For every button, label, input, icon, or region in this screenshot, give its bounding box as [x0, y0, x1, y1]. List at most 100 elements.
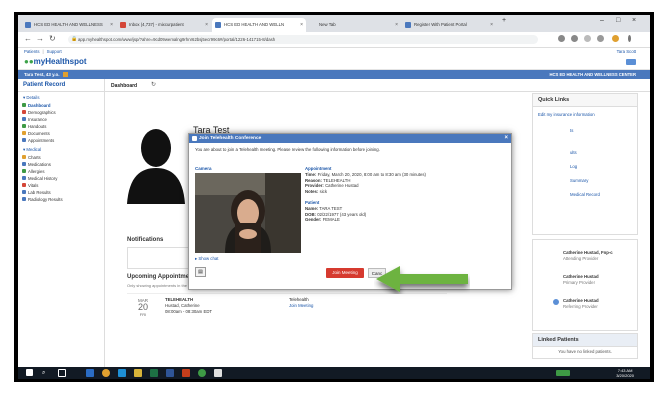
url-input[interactable]: 🔒 app.myhealthspot.com/www/jsp/?ahre=9cd… [68, 35, 538, 44]
chrome-icon[interactable] [102, 369, 110, 377]
gmail-icon [120, 22, 126, 28]
new-tab-icon[interactable]: + [502, 17, 506, 24]
sidebar-item-medications[interactable]: Medications [18, 161, 104, 168]
dialog-titlebar: Join Telehealth Conference × [189, 134, 511, 143]
excel-icon[interactable] [150, 369, 158, 377]
item-label: Medications [28, 161, 51, 167]
app-logo[interactable]: ●●myHealthspot [24, 57, 87, 66]
app-icon[interactable] [86, 369, 94, 377]
appointment-weekday: FRI [139, 312, 147, 317]
star-icon[interactable] [584, 35, 591, 42]
screenshot-frame: HCS ED HEALTH AND WELLNESS × Inbox (4,73… [14, 12, 654, 382]
extension-icon[interactable] [571, 35, 578, 42]
user-menu[interactable]: Tara Scott [617, 47, 636, 56]
browser-tab[interactable]: Register With Patient Portal × [402, 18, 496, 32]
refresh-icon[interactable]: ↻ [151, 81, 156, 88]
patients-link[interactable]: Patients [24, 49, 40, 54]
care-team-member[interactable]: Catherine Hustad, Fnp-c Attending Provid… [563, 250, 613, 261]
sidebar-section-details[interactable]: ▾ Details [18, 92, 104, 102]
menu-dots-icon[interactable] [628, 35, 631, 42]
dashboard-icon [22, 103, 26, 107]
task-view-icon[interactable] [58, 369, 66, 377]
powerpoint-icon[interactable] [182, 369, 190, 377]
battery-icon[interactable] [556, 370, 570, 376]
messages-icon[interactable] [626, 59, 636, 65]
member-role: Primary Provider [563, 279, 595, 285]
sidebar-section-medical[interactable]: ▾ Medical [18, 144, 104, 154]
member-role: Referring Provider [563, 303, 598, 309]
close-tab-icon[interactable]: × [395, 18, 398, 32]
quick-link-medical-record[interactable]: Medical Record [565, 190, 605, 199]
close-window-icon[interactable]: × [632, 17, 636, 24]
word-icon[interactable] [166, 369, 174, 377]
quick-link[interactable]: Log [565, 162, 582, 171]
file-explorer-icon[interactable] [134, 369, 142, 377]
member-name: Catherine Hustad [563, 298, 599, 303]
back-icon[interactable]: ← [24, 34, 32, 43]
alert-flag-icon[interactable] [62, 72, 68, 78]
sidebar-item-insurance[interactable]: Insurance [18, 116, 104, 123]
site-favicon-icon [405, 22, 411, 28]
radiology-icon [22, 197, 26, 201]
care-team-member[interactable]: Catherine Hustad Referring Provider [553, 298, 599, 309]
sidebar-item-documents[interactable]: Documents [18, 130, 104, 137]
vitals-icon [22, 183, 26, 187]
handouts-icon [22, 124, 26, 128]
sidebar-item-lab-results[interactable]: Lab Results [18, 189, 104, 196]
tab-label: Register With Patient Portal [414, 22, 467, 27]
app-icon[interactable] [214, 369, 222, 377]
support-link[interactable]: Support [47, 49, 62, 54]
sidebar-item-vitals[interactable]: Vitals [18, 182, 104, 189]
extension-icon[interactable] [597, 35, 604, 42]
tab-label: Inbox (4,737) - mixcurpatient [129, 22, 184, 27]
sidebar-item-radiology-results[interactable]: Radiology Results [18, 196, 104, 203]
sidebar-item-demographics[interactable]: Demographics [18, 109, 104, 116]
reload-icon[interactable]: ↻ [49, 34, 56, 43]
app-icon[interactable] [198, 369, 206, 377]
close-tab-icon[interactable]: × [110, 18, 113, 32]
care-team-panel: Catherine Hustad, Fnp-c Attending Provid… [532, 239, 638, 331]
time-label: Time: [305, 171, 317, 177]
profile-avatar-icon[interactable] [612, 35, 619, 42]
quick-link-insurance[interactable]: Edit my insurance information [533, 110, 600, 119]
appointments-icon [22, 138, 26, 142]
quick-link[interactable]: Summary [565, 176, 593, 185]
browser-tab[interactable]: Inbox (4,737) - mixcurpatient × [117, 18, 211, 32]
close-tab-icon[interactable]: × [490, 18, 493, 32]
edge-icon[interactable] [118, 369, 126, 377]
item-label: Lab Results [28, 189, 51, 195]
patient-bar: Tara Test, 43 y.o. HCS ED HEALTH AND WEL… [18, 70, 650, 79]
extension-icon[interactable] [558, 35, 565, 42]
system-clock[interactable]: 7:43 AM 3/20/2020 [616, 368, 634, 378]
print-button[interactable]: ▤ [195, 267, 206, 277]
browser-tab[interactable]: New Tab × [307, 18, 401, 32]
show-chat-toggle[interactable]: ▸ Show chat [195, 256, 218, 262]
appointment-date: MAR 20 FRI [133, 298, 153, 317]
forward-icon[interactable]: → [36, 34, 44, 43]
browser-tab[interactable]: HCS ED HEALTH AND WELLNESS × [22, 18, 116, 32]
notes-value: sick [319, 189, 327, 195]
search-icon[interactable]: ⌕ [42, 369, 50, 377]
care-team-member[interactable]: Catherine Hustad Primary Provider [563, 274, 599, 285]
close-dialog-icon[interactable]: × [504, 134, 508, 143]
quick-link[interactable]: ts [565, 126, 578, 135]
minimize-icon[interactable]: – [600, 17, 604, 24]
tab-dashboard[interactable]: Dashboard [111, 81, 137, 91]
browser-tab-active[interactable]: HCS ED HEALTH AND WELLN × [212, 18, 306, 32]
sidebar-item-handouts[interactable]: Handouts [18, 123, 104, 130]
windows-start-icon[interactable] [26, 369, 33, 376]
telehealth-icon [192, 136, 197, 141]
sidebar-item-charts[interactable]: Charts [18, 154, 104, 161]
join-meeting-link[interactable]: Join Meeting [289, 303, 313, 309]
close-tab-icon[interactable]: × [205, 18, 208, 32]
sidebar-item-allergies[interactable]: Allergies [18, 168, 104, 175]
quick-link[interactable]: ults [565, 148, 582, 157]
gender-value: FEMALE [322, 217, 340, 223]
close-tab-icon[interactable]: × [300, 18, 303, 32]
maximize-icon[interactable]: □ [616, 17, 620, 24]
sidebar-item-appointments[interactable]: Appointments [18, 137, 104, 144]
camera-preview [195, 173, 301, 253]
sidebar-item-medical-history[interactable]: Medical History [18, 175, 104, 182]
join-meeting-button[interactable]: Join Meeting [326, 268, 364, 278]
sidebar-item-dashboard[interactable]: Dashboard [18, 102, 104, 109]
